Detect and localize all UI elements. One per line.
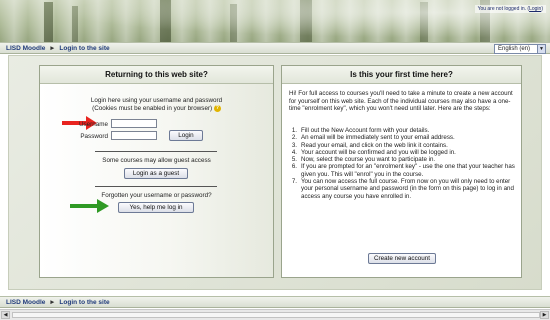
signup-intro: Hi! For full access to courses you'll ne… <box>289 90 513 113</box>
signup-step: 4. Your account will be confirmed and you… <box>289 149 515 156</box>
signup-steps: 1. Fill out the New Account form with you… <box>289 127 515 200</box>
language-select[interactable]: English (en) ▼ <box>494 44 546 54</box>
main-content: Returning to this web site? Login here u… <box>8 55 542 290</box>
login-as-guest-button[interactable]: Login as a guest <box>124 168 188 179</box>
login-status-prefix: You are not logged in. ( <box>477 6 530 12</box>
step-number: 2. <box>291 134 297 142</box>
guest-text: Some courses may allow guest access <box>102 157 211 164</box>
signup-step: 2. An email will be immediately sent to y… <box>289 134 515 141</box>
username-label: Username <box>78 121 108 128</box>
divider <box>95 186 217 187</box>
help-icon[interactable]: ? <box>213 105 221 112</box>
step-number: 5. <box>291 156 297 164</box>
login-intro-line2: (Cookies must be enabled in your browser… <box>92 105 213 113</box>
scroll-right-icon[interactable]: ▶ <box>540 311 549 319</box>
signup-panel-title: Is this your first time here? <box>282 66 521 84</box>
signup-step: 6. If you are prompted for an "enrolment … <box>289 163 515 178</box>
login-link[interactable]: Login <box>529 6 541 12</box>
footer-breadcrumb-site-link[interactable]: LISD Moodle <box>6 299 45 306</box>
signup-step: 7. You can now access the full course. Fr… <box>289 178 515 200</box>
breadcrumb-current: Login to the site <box>59 45 110 52</box>
username-row: Username <box>68 119 208 129</box>
scroll-left-icon[interactable]: ◀ <box>1 311 10 319</box>
step-number: 6. <box>291 163 297 171</box>
header-banner: You are not logged in. (Login) <box>0 0 550 42</box>
breadcrumb: LISD Moodle ► Login to the site <box>6 45 110 52</box>
login-panel-title: Returning to this web site? <box>40 66 273 84</box>
password-label: Password <box>80 133 108 140</box>
forgot-password-button[interactable]: Yes, help me log in <box>118 202 194 213</box>
step-number: 3. <box>291 141 297 149</box>
step-number: 4. <box>291 148 297 156</box>
breadcrumb-separator: ► <box>49 45 56 52</box>
signup-step: 1. Fill out the New Account form with you… <box>289 127 515 134</box>
login-status: You are not logged in. (Login) <box>474 5 546 13</box>
breadcrumb-site-link[interactable]: LISD Moodle <box>6 45 45 52</box>
divider <box>95 151 217 152</box>
step-text: An email will be immediately sent to you… <box>301 134 455 142</box>
login-panel: Returning to this web site? Login here u… <box>39 65 274 278</box>
signup-step: 5. Now, select the course you want to par… <box>289 156 515 163</box>
password-input[interactable] <box>111 131 157 140</box>
footer-breadcrumb: LISD Moodle ► Login to the site <box>6 299 110 306</box>
horizontal-scrollbar[interactable]: ◀ ▶ <box>0 309 550 320</box>
scrollbar-thumb[interactable] <box>12 312 540 318</box>
login-intro: Login here using your username and passw… <box>40 97 273 113</box>
breadcrumb-separator: ► <box>49 299 56 306</box>
green-arrow-icon <box>70 199 109 213</box>
chevron-down-icon[interactable]: ▼ <box>537 45 545 53</box>
step-text: If you are prompted for an "enrolment ke… <box>301 163 515 178</box>
signup-panel: Is this your first time here? Hi! For fu… <box>281 65 522 278</box>
login-intro-line1: Login here using your username and passw… <box>90 97 223 104</box>
create-account-button[interactable]: Create new account <box>368 253 436 264</box>
step-text: You can now access the full course. From… <box>301 178 514 200</box>
password-row: Password Login <box>68 130 228 143</box>
banner-overlay <box>0 0 550 42</box>
username-input[interactable] <box>111 119 157 128</box>
step-text: Read your email, and click on the web li… <box>301 141 448 149</box>
language-select-value: English (en) <box>498 46 531 52</box>
step-number: 7. <box>291 178 297 186</box>
footer-navbar: LISD Moodle ► Login to the site <box>0 296 550 308</box>
step-number: 1. <box>291 127 297 134</box>
navbar: LISD Moodle ► Login to the site English … <box>0 42 550 54</box>
step-text: Fill out the New Account form with your … <box>301 127 430 134</box>
footer-breadcrumb-current: Login to the site <box>59 299 110 306</box>
login-button[interactable]: Login <box>169 130 203 141</box>
step-text: Your account will be confirmed and you w… <box>301 148 456 156</box>
signup-step: 3. Read your email, and click on the web … <box>289 142 515 149</box>
step-text: Now, select the course you want to parti… <box>301 156 436 164</box>
login-status-suffix: ) <box>541 6 543 12</box>
